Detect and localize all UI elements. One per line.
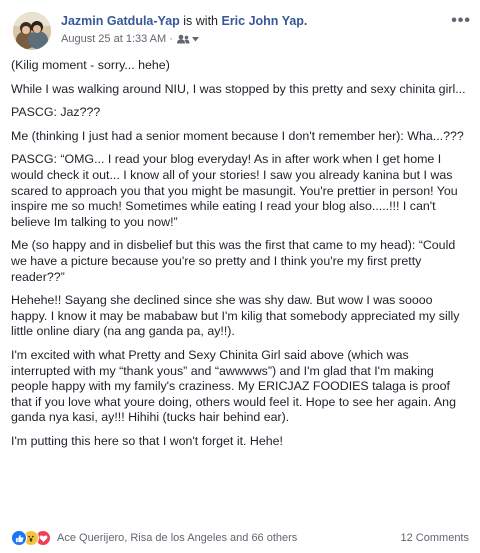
post-paragraph: PASCG: Jaz??? — [11, 105, 101, 120]
post-header: Jazmin Gatdula-Yap is with Eric John Yap… — [11, 10, 471, 54]
author-line: Jazmin Gatdula-Yap is with Eric John Yap… — [61, 13, 307, 29]
post-paragraph: Hehehe!! Sayang she declined since she w… — [11, 293, 460, 339]
post-timestamp[interactable]: August 25 at 1:33 AM — [61, 32, 166, 46]
post-body: (Kilig moment - sorry... hehe) While I w… — [11, 58, 469, 457]
post-meta: August 25 at 1:33 AM · — [61, 32, 199, 46]
post-paragraph: Me (so happy and in disbelief but this w… — [11, 238, 456, 284]
post-paragraph: While I was walking around NIU, I was st… — [11, 81, 466, 96]
friends-icon[interactable] — [176, 34, 199, 44]
author-name-link[interactable]: Jazmin Gatdula-Yap — [61, 14, 180, 28]
more-options-icon[interactable]: ••• — [451, 12, 471, 30]
tagged-person-link[interactable]: Eric John Yap. — [221, 14, 307, 28]
reactions-summary[interactable] — [11, 530, 51, 546]
post-paragraph: I'm putting this here so that I won't fo… — [11, 433, 283, 448]
like-icon — [11, 530, 27, 546]
author-avatar[interactable] — [13, 12, 51, 50]
facebook-post: Jazmin Gatdula-Yap is with Eric John Yap… — [0, 0, 480, 553]
post-paragraph: I'm excited with what Pretty and Sexy Ch… — [11, 347, 456, 425]
post-paragraph: PASCG: “OMG... I read your blog everyday… — [11, 152, 458, 229]
comments-count-link[interactable]: 12 Comments — [401, 532, 469, 544]
reactors-link[interactable]: Ace Querijero, Risa de los Angeles and 6… — [57, 532, 297, 544]
with-text: is with — [183, 14, 218, 28]
post-paragraph: (Kilig moment - sorry... hehe) — [11, 58, 170, 72]
post-paragraph: Me (thinking I just had a senior moment … — [11, 128, 464, 143]
chevron-down-icon — [191, 36, 199, 41]
meta-separator: · — [169, 33, 173, 45]
post-footer: Ace Querijero, Risa de los Angeles and 6… — [11, 529, 469, 547]
